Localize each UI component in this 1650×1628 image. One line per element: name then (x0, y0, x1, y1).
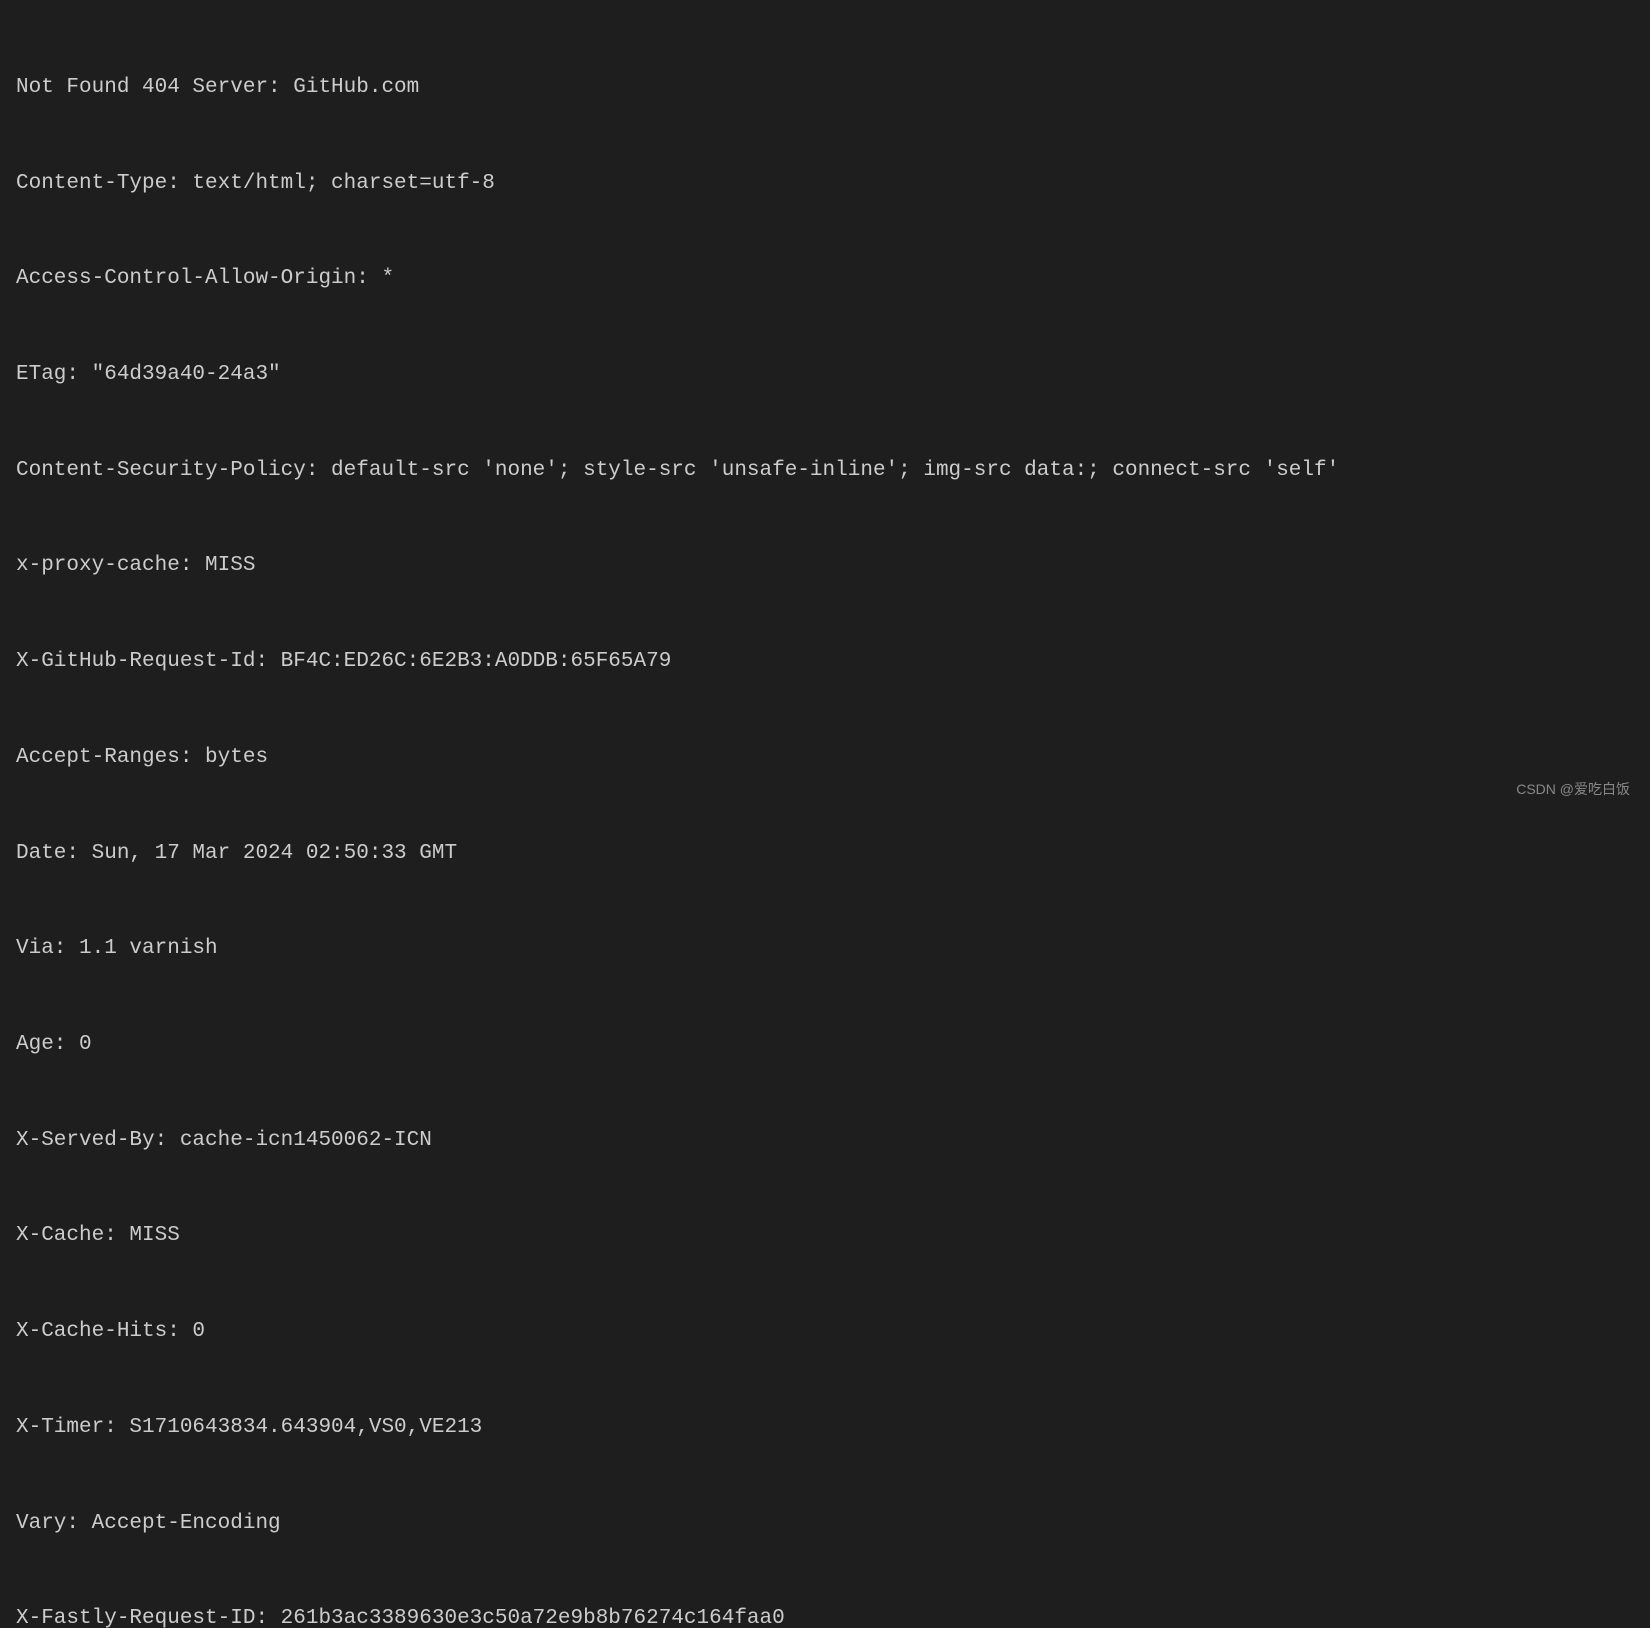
header-line: X-Timer: S1710643834.643904,VS0,VE213 (16, 1412, 1634, 1444)
watermark-text: CSDN @爱吃白饭 (1516, 779, 1630, 800)
header-line: Age: 0 (16, 1029, 1634, 1061)
header-line: Accept-Ranges: bytes (16, 742, 1634, 774)
header-line: X-Cache: MISS (16, 1220, 1634, 1252)
header-line: X-Fastly-Request-ID: 261b3ac3389630e3c50… (16, 1603, 1634, 1628)
header-line: X-GitHub-Request-Id: BF4C:ED26C:6E2B3:A0… (16, 646, 1634, 678)
header-line: X-Cache-Hits: 0 (16, 1316, 1634, 1348)
header-line: Date: Sun, 17 Mar 2024 02:50:33 GMT (16, 838, 1634, 870)
header-line: Not Found 404 Server: GitHub.com (16, 72, 1634, 104)
terminal-output: Not Found 404 Server: GitHub.com Content… (16, 8, 1634, 1628)
header-line: Access-Control-Allow-Origin: * (16, 263, 1634, 295)
header-line: Content-Security-Policy: default-src 'no… (16, 455, 1634, 487)
header-line: ETag: "64d39a40-24a3" (16, 359, 1634, 391)
header-line: x-proxy-cache: MISS (16, 550, 1634, 582)
header-line: X-Served-By: cache-icn1450062-ICN (16, 1125, 1634, 1157)
header-line: Vary: Accept-Encoding (16, 1508, 1634, 1540)
header-line: Via: 1.1 varnish (16, 933, 1634, 965)
header-line: Content-Type: text/html; charset=utf-8 (16, 168, 1634, 200)
